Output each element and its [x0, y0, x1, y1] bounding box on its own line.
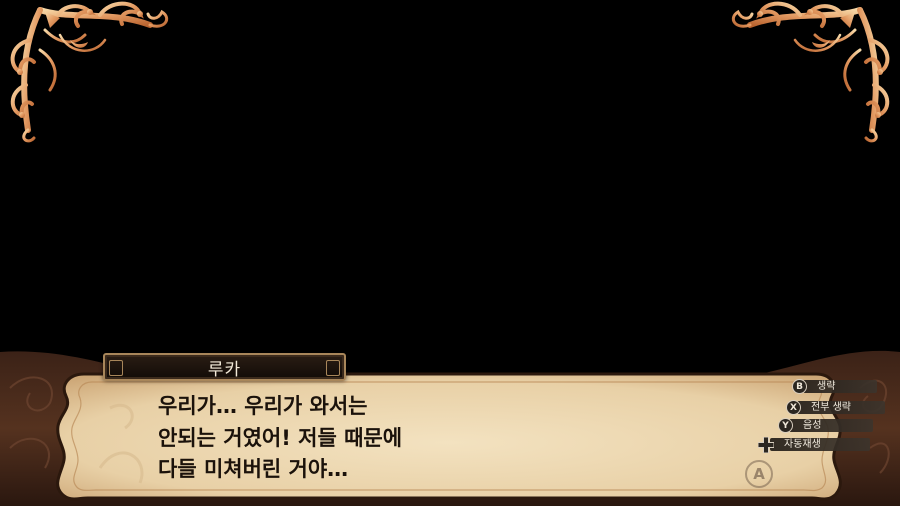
advance-a-button[interactable]: A: [745, 460, 773, 488]
dialogue-line-2: 안되는 거였어! 저들 때문에: [158, 425, 403, 450]
dpad-icon: [758, 436, 774, 453]
dialogue-text: 우리가… 우리가 와서는 안되는 거였어! 저들 때문에 다들 미쳐버린 거야…: [158, 391, 638, 486]
speaker-name-plate: 루카: [103, 353, 346, 381]
corner-ornament-right-icon: [731, 1, 890, 143]
skip-all-label: 전부 생략: [797, 401, 885, 414]
game-scene: 루카 우리가… 우리가 와서는 안되는 거였어! 저들 때문에 다들 미쳐버린 …: [0, 0, 900, 506]
corner-ornament-left-icon: [10, 1, 169, 143]
speaker-name: 루카: [207, 359, 242, 380]
x-button-icon: X: [786, 400, 801, 415]
voice-control[interactable]: Y 음성: [778, 418, 873, 433]
auto-play-control[interactable]: 자동재생: [758, 436, 870, 453]
voice-label: 음성: [789, 419, 873, 432]
skip-control[interactable]: B 생략: [792, 379, 877, 394]
y-button-icon: Y: [778, 418, 793, 433]
auto-play-label: 자동재생: [770, 438, 870, 451]
skip-all-control[interactable]: X 전부 생략: [786, 400, 885, 415]
b-button-icon: B: [792, 379, 807, 394]
skip-label: 생략: [803, 380, 877, 393]
dialogue-line-3: 다들 미쳐버린 거야…: [158, 457, 349, 481]
dialogue-line-1: 우리가… 우리가 와서는: [158, 394, 368, 418]
